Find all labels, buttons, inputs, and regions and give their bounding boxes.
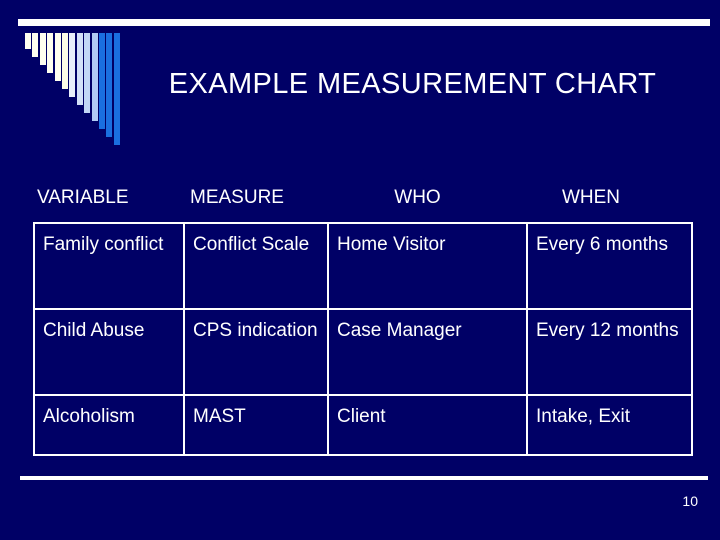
presentation-slide: EXAMPLE MEASUREMENT CHART VARIABLE MEASU…: [0, 0, 720, 540]
cell-measure: MAST: [183, 394, 329, 456]
motif-bar: [47, 33, 54, 73]
measurement-table: Family conflict Conflict Scale Home Visi…: [33, 222, 693, 456]
motif-bar: [91, 33, 98, 121]
motif-bar: [62, 33, 68, 89]
cell-who: Client: [327, 394, 528, 456]
cell-when: Every 6 months: [526, 222, 693, 310]
table-row: Family conflict Conflict Scale Home Visi…: [33, 222, 693, 310]
column-header-when: WHEN: [561, 187, 621, 208]
motif-bar: [84, 33, 91, 113]
cell-variable: Child Abuse: [33, 308, 185, 396]
table-row: Alcoholism MAST Client Intake, Exit: [33, 394, 693, 456]
decorative-bar-motif: [25, 33, 125, 145]
motif-bar: [39, 33, 46, 65]
motif-bar: [76, 33, 83, 105]
cell-who: Home Visitor: [327, 222, 528, 310]
table-header-row: VARIABLE MEASURE WHO WHEN: [33, 185, 691, 213]
motif-bar: [99, 33, 105, 129]
column-header-who: WHO: [394, 187, 441, 208]
cell-who: Case Manager: [327, 308, 528, 396]
table-row: Child Abuse CPS indication Case Manager …: [33, 308, 693, 396]
cell-variable: Alcoholism: [33, 394, 185, 456]
column-header-measure: MEASURE: [190, 187, 284, 208]
page-number: 10: [682, 493, 698, 509]
cell-measure: CPS indication: [183, 308, 329, 396]
motif-bar: [113, 33, 120, 145]
top-divider-rule: [18, 19, 710, 26]
slide-title: EXAMPLE MEASUREMENT CHART: [168, 68, 657, 100]
motif-bar: [32, 33, 39, 57]
column-header-variable: VARIABLE: [37, 187, 129, 208]
motif-bar: [25, 33, 31, 49]
motif-bar: [54, 33, 61, 81]
bottom-divider-rule: [20, 476, 708, 480]
cell-when: Intake, Exit: [526, 394, 693, 456]
cell-measure: Conflict Scale: [183, 222, 329, 310]
cell-variable: Family conflict: [33, 222, 185, 310]
motif-bar: [106, 33, 113, 137]
cell-when: Every 12 months: [526, 308, 693, 396]
motif-bar: [69, 33, 76, 97]
